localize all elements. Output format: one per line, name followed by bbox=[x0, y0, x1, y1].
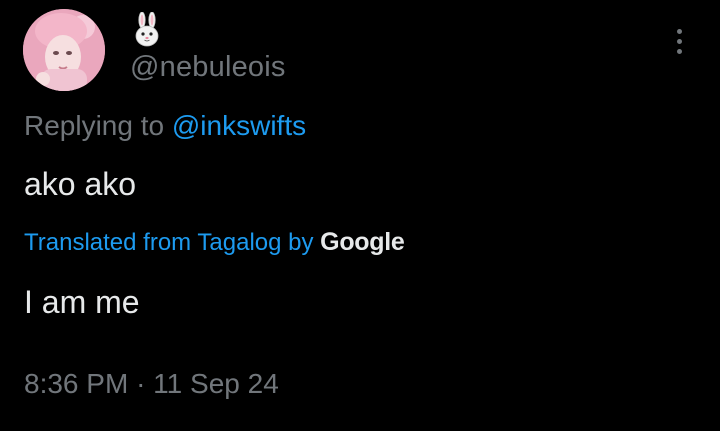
replying-to-label: Replying to bbox=[24, 110, 165, 141]
avatar[interactable] bbox=[23, 9, 105, 91]
tweet-date: 11 Sep 24 bbox=[153, 368, 279, 399]
translation-label: Translated from Tagalog by bbox=[24, 229, 314, 256]
rabbit-icon bbox=[135, 11, 159, 47]
tweet-timestamp[interactable]: 8:36 PM · 11 Sep 24 bbox=[24, 368, 279, 400]
replying-to: Replying to @inkswifts bbox=[24, 110, 306, 142]
avatar-image bbox=[23, 9, 105, 91]
google-logo: Google bbox=[320, 228, 405, 256]
translation-attribution[interactable]: Translated from Tagalog by Google bbox=[24, 228, 405, 257]
translated-text: I am me bbox=[24, 284, 140, 320]
tweet-time: 8:36 PM bbox=[24, 368, 129, 399]
replying-to-handle-link[interactable]: @inkswifts bbox=[172, 110, 306, 141]
tweet-text: ako ako bbox=[24, 166, 137, 202]
author-handle[interactable]: @nebuleois bbox=[130, 51, 286, 84]
more-options-button[interactable] bbox=[662, 27, 698, 57]
timestamp-separator: · bbox=[136, 368, 146, 399]
more-vertical-icon-dot bbox=[677, 39, 682, 44]
display-name[interactable] bbox=[133, 11, 163, 52]
more-vertical-icon bbox=[677, 29, 682, 34]
more-vertical-icon-dot bbox=[677, 49, 682, 54]
